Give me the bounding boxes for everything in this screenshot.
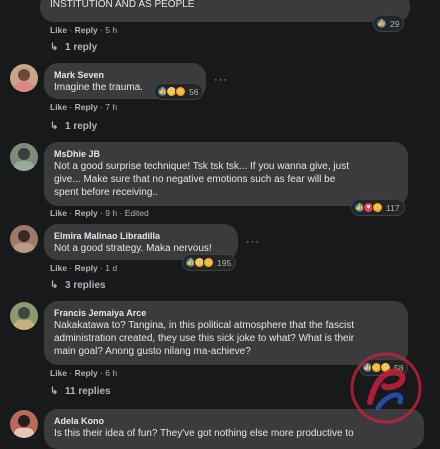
avatar[interactable] <box>10 410 38 438</box>
reaction-summary[interactable]: 👍 29 <box>374 16 404 31</box>
like-link[interactable]: Like <box>50 25 67 35</box>
comment-text-line: Not a good surprise technique! Tsk tsk t… <box>54 161 349 172</box>
timestamp[interactable]: 9 h <box>105 208 117 218</box>
comment-actions: Like · Reply · 6 h <box>50 368 118 378</box>
timestamp[interactable]: 7 h <box>105 102 117 112</box>
reaction-summary[interactable]: 👍 ♥ ☺ 117 <box>352 200 404 215</box>
reaction-count: 56 <box>189 86 199 97</box>
reply-arrow-icon: ↳ <box>50 280 59 291</box>
comment-actions: Like · Reply · 1 d <box>50 263 118 273</box>
reply-arrow-icon: ↳ <box>50 386 59 397</box>
comment-text: Not a good strategy. Maka nervous! <box>54 243 212 254</box>
watermark-logo <box>348 350 424 426</box>
avatar[interactable] <box>10 143 38 171</box>
comment-text-line: Nakakatawa to? Tangina, in this politica… <box>54 320 354 331</box>
comment-actions: Like · Reply · 9 h · Edited <box>50 208 149 218</box>
avatar[interactable] <box>10 302 38 330</box>
reply-arrow-icon: ↳ <box>50 121 59 132</box>
reply-arrow-icon: ↳ <box>50 42 59 53</box>
view-replies-link[interactable]: ↳ 3 replies <box>50 280 106 291</box>
reply-link[interactable]: Reply <box>75 25 98 35</box>
comment-bubble: INSTITUTION AND AS PEOPLE <box>40 0 410 22</box>
comment-text-line: give... Make sure that no negative emoti… <box>54 174 336 185</box>
comment-text-line: main goal? Anong gusto nilang ma-achieve… <box>54 346 251 357</box>
reaction-count: 195 <box>217 257 232 268</box>
comment-text-line: spent before receiving.. <box>54 187 158 198</box>
timestamp[interactable]: 1 d <box>105 263 117 273</box>
view-replies-link[interactable]: ↳ 1 reply <box>50 121 97 132</box>
reply-link[interactable]: Reply <box>75 263 98 273</box>
haha-reaction-icon: ☺ <box>175 86 186 97</box>
reaction-summary[interactable]: 👍 ☹ ☺ 56 <box>155 84 203 99</box>
reaction-count: 117 <box>386 202 400 213</box>
reply-link[interactable]: Reply <box>75 208 98 218</box>
haha-reaction-icon: ☺ <box>203 257 214 268</box>
reply-link[interactable]: Reply <box>75 368 98 378</box>
comment-text-line: administration created, they use this si… <box>54 333 355 344</box>
like-reaction-icon: 👍 <box>376 18 387 29</box>
like-link[interactable]: Like <box>50 102 67 112</box>
reaction-summary[interactable]: 👍 ☹ ☺ 195 <box>183 255 236 270</box>
more-options-icon[interactable]: ··· <box>246 236 260 248</box>
timestamp[interactable]: 6 h <box>105 368 117 378</box>
comment-text: INSTITUTION AND AS PEOPLE <box>50 0 195 10</box>
like-link[interactable]: Like <box>50 263 67 273</box>
reaction-count: 29 <box>390 18 400 29</box>
comment-bubble: MsDhie JB Not a good surprise technique!… <box>44 142 408 206</box>
like-link[interactable]: Like <box>50 208 67 218</box>
comment-author[interactable]: Mark Seven <box>54 69 196 81</box>
timestamp[interactable]: 5 h <box>105 25 117 35</box>
avatar[interactable] <box>10 64 38 92</box>
haha-reaction-icon: ☺ <box>372 202 383 213</box>
comment-author[interactable]: Francis Jemaiya Arce <box>54 307 398 319</box>
comment-text: Is this their idea of fun? They've got n… <box>54 428 354 439</box>
comment-author[interactable]: Elmira Malinao Libradilla <box>54 230 228 242</box>
view-replies-link[interactable]: ↳ 11 replies <box>50 386 111 397</box>
comment-actions: Like · Reply · 5 h <box>50 25 118 35</box>
view-replies-link[interactable]: ↳ 1 reply <box>50 42 97 53</box>
like-link[interactable]: Like <box>50 368 67 378</box>
more-options-icon[interactable]: ··· <box>214 74 228 86</box>
comment-actions: Like · Reply · 7 h <box>50 102 118 112</box>
comment-author[interactable]: MsDhie JB <box>54 148 398 160</box>
edited-label[interactable]: Edited <box>125 208 149 218</box>
reply-link[interactable]: Reply <box>75 102 98 112</box>
avatar[interactable] <box>10 225 38 253</box>
